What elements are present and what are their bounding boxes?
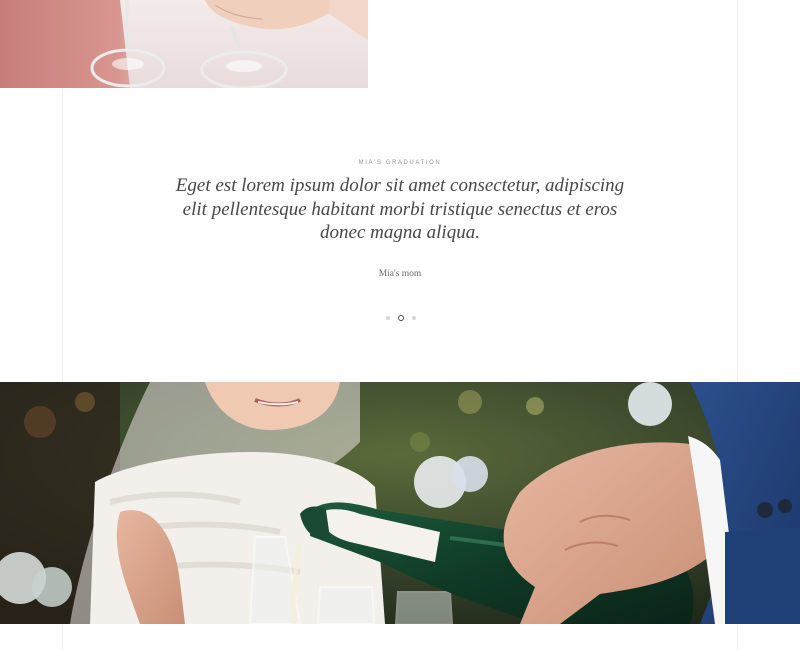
slider-dot-3[interactable] xyxy=(412,316,416,320)
testimonial-quote: Eget est lorem ipsum dolor sit amet cons… xyxy=(175,175,625,243)
testimonial: Mia's Graduation Eget est lorem ipsum do… xyxy=(130,160,670,279)
toast-photo xyxy=(0,0,368,88)
testimonial-author: Mia's mom xyxy=(378,268,422,279)
slider-dot-2-active[interactable] xyxy=(398,315,404,321)
slider-pagination xyxy=(386,314,416,322)
slider-dot-1[interactable] xyxy=(386,316,390,320)
testimonial-eyebrow: Mia's Graduation xyxy=(358,160,442,166)
page: Mia's Graduation Eget est lorem ipsum do… xyxy=(0,0,800,650)
champagne-pour-photo xyxy=(0,382,800,624)
